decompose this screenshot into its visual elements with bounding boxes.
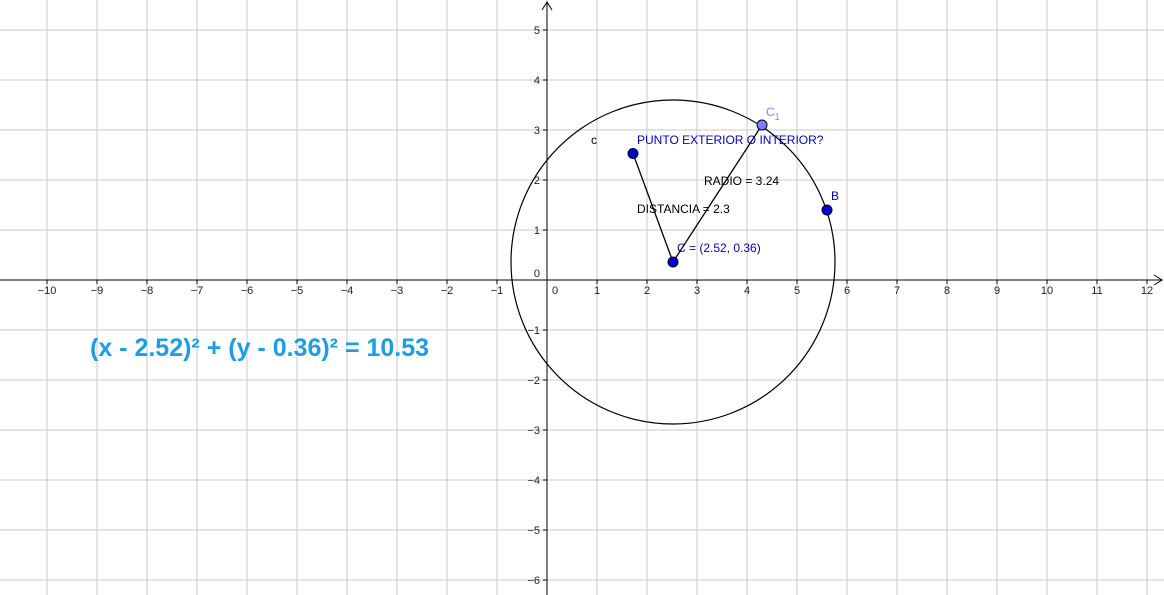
y-tick-label: −4 [527, 475, 540, 487]
y-tick-label: 5 [534, 25, 540, 37]
y-tick-label: −2 [527, 375, 540, 387]
x-tick-label: 10 [1041, 285, 1053, 297]
x-tick-label: −10 [38, 285, 57, 297]
x-tick-label: −6 [241, 285, 254, 297]
x-tick-label: −9 [91, 285, 104, 297]
y-tick-label: 3 [534, 125, 540, 137]
x-tick-label: −5 [291, 285, 304, 297]
y-tick-label: 4 [534, 75, 540, 87]
point-label-C1: C1 [766, 105, 780, 122]
question-text: PUNTO EXTERIOR O INTERIOR? [637, 133, 824, 147]
x-tick-label: −4 [341, 285, 354, 297]
point-B[interactable] [821, 204, 833, 216]
x-tick-label: 2 [644, 285, 650, 297]
grid [0, 0, 1164, 595]
point-label-B: B [831, 189, 839, 203]
x-tick-label: 12 [1141, 285, 1153, 297]
y-tick-label: 0 [534, 268, 540, 280]
radio-text: RADIO = 3.24 [704, 174, 779, 188]
distancia-text: DISTANCIA = 2.3 [637, 202, 730, 216]
x-tick-label: −1 [491, 285, 504, 297]
y-tick-label: −3 [527, 425, 540, 437]
point-C[interactable] [667, 256, 679, 268]
x-tick-label: 3 [694, 285, 700, 297]
y-tick-label: −1 [527, 325, 540, 337]
x-tick-label: −7 [191, 285, 204, 297]
geometry-canvas[interactable]: −10 −9 −8 −7 −6 −5 −4 −3 −2 −1 0 1 2 3 4 5 6 7 8 9 10 11 12123… [0, 0, 1164, 595]
x-tick-label: −8 [141, 285, 154, 297]
point-C1[interactable] [756, 119, 768, 131]
circle-label: c [591, 133, 597, 147]
x-tick-label: −2 [441, 285, 454, 297]
y-tick-label: −6 [527, 575, 540, 587]
x-tick-label: 11 [1091, 285, 1102, 297]
x-tick-label: 8 [944, 285, 950, 297]
circle-equation[interactable]: (x - 2.52)² + (y - 0.36)² = 10.53 [90, 334, 429, 362]
axes [0, 1, 1163, 595]
x-tick-label: 6 [844, 285, 850, 297]
y-tick-label: −5 [527, 525, 540, 537]
point-label-subscript: 1 [775, 112, 780, 122]
x-tick-label: 9 [994, 285, 1000, 297]
x-tick-label: 1 [594, 285, 600, 297]
x-tick-label: −3 [391, 285, 404, 297]
x-tick-label: 7 [894, 285, 900, 297]
x-tick-label: 0 [552, 285, 558, 297]
point-label-C: C = (2.52, 0.36) [677, 241, 761, 255]
x-tick-label: 4 [744, 285, 750, 297]
x-tick-label: 5 [794, 285, 800, 297]
tick-labels: −10 −9 −8 −7 −6 −5 −4 −3 −2 −1 0 1 2 3 4 5 6 7 8 9 10 11 12123… [38, 25, 1153, 587]
point-P[interactable] [627, 148, 639, 159]
y-tick-label: 1 [534, 225, 540, 237]
